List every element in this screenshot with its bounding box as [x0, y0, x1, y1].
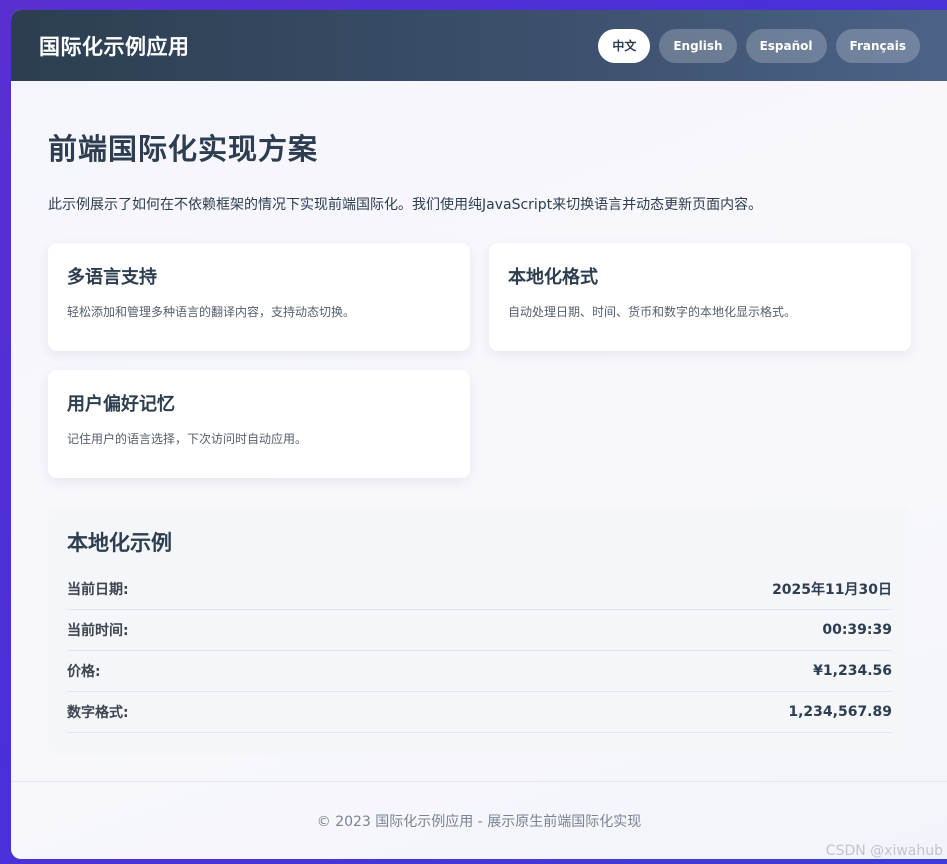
example-row-date: 当前日期: 2025年11月30日 — [67, 569, 892, 610]
example-value: 00:39:39 — [822, 622, 892, 638]
examples-title: 本地化示例 — [67, 531, 172, 555]
feature-title: 用户偏好记忆 — [67, 394, 175, 415]
lang-button-es[interactable]: Español — [745, 28, 827, 63]
intro-text: 此示例展示了如何在不依赖框架的情况下实现前端国际化。我们使用纯JavaScrip… — [48, 197, 763, 213]
feature-grid: 多语言支持 轻松添加和管理多种语言的翻译内容，支持动态切换。 本地化格式 自动处… — [48, 243, 911, 478]
main-content: 前端国际化实现方案 此示例展示了如何在不依赖框架的情况下实现前端国际化。我们使用… — [11, 81, 947, 754]
example-row-number: 数字格式: 1,234,567.89 — [67, 692, 892, 733]
app-window: 国际化示例应用 中文 English Español Français 前端国际… — [11, 10, 947, 859]
feature-card-localization: 本地化格式 自动处理日期、时间、货币和数字的本地化显示格式。 — [489, 243, 911, 351]
language-switcher: 中文 English Español Français — [598, 28, 920, 63]
example-label: 当前时间: — [67, 623, 129, 639]
feature-desc: 自动处理日期、时间、货币和数字的本地化显示格式。 — [508, 305, 797, 319]
page-title: 前端国际化实现方案 — [48, 132, 319, 166]
example-row-price: 价格: ¥1,234.56 — [67, 651, 892, 692]
app-header: 国际化示例应用 中文 English Español Français — [11, 10, 947, 81]
example-value: 1,234,567.89 — [788, 704, 892, 720]
feature-title: 多语言支持 — [67, 267, 157, 288]
feature-desc: 轻松添加和管理多种语言的翻译内容，支持动态切换。 — [67, 305, 356, 319]
feature-card-preference: 用户偏好记忆 记住用户的语言选择，下次访问时自动应用。 — [48, 370, 470, 478]
watermark: CSDN @xiwahub — [825, 843, 943, 859]
lang-button-en[interactable]: English — [659, 28, 737, 63]
example-row-time: 当前时间: 00:39:39 — [67, 610, 892, 651]
footer-text: © 2023 国际化示例应用 - 展示原生前端国际化实现 — [316, 813, 642, 830]
feature-title: 本地化格式 — [508, 267, 598, 288]
localization-examples: 本地化示例 当前日期: 2025年11月30日 当前时间: 00:39:39 价… — [48, 507, 911, 754]
example-label: 当前日期: — [67, 582, 129, 598]
example-value: 2025年11月30日 — [772, 582, 892, 598]
example-value: ¥1,234.56 — [813, 663, 892, 679]
app-title: 国际化示例应用 — [39, 34, 190, 59]
lang-button-zh[interactable]: 中文 — [598, 28, 651, 63]
example-label: 数字格式: — [67, 705, 129, 721]
feature-card-multilanguage: 多语言支持 轻松添加和管理多种语言的翻译内容，支持动态切换。 — [48, 243, 470, 351]
page-footer: © 2023 国际化示例应用 - 展示原生前端国际化实现 — [11, 781, 947, 859]
feature-desc: 记住用户的语言选择，下次访问时自动应用。 — [67, 432, 308, 446]
lang-button-fr[interactable]: Français — [835, 28, 920, 63]
example-label: 价格: — [67, 664, 101, 680]
